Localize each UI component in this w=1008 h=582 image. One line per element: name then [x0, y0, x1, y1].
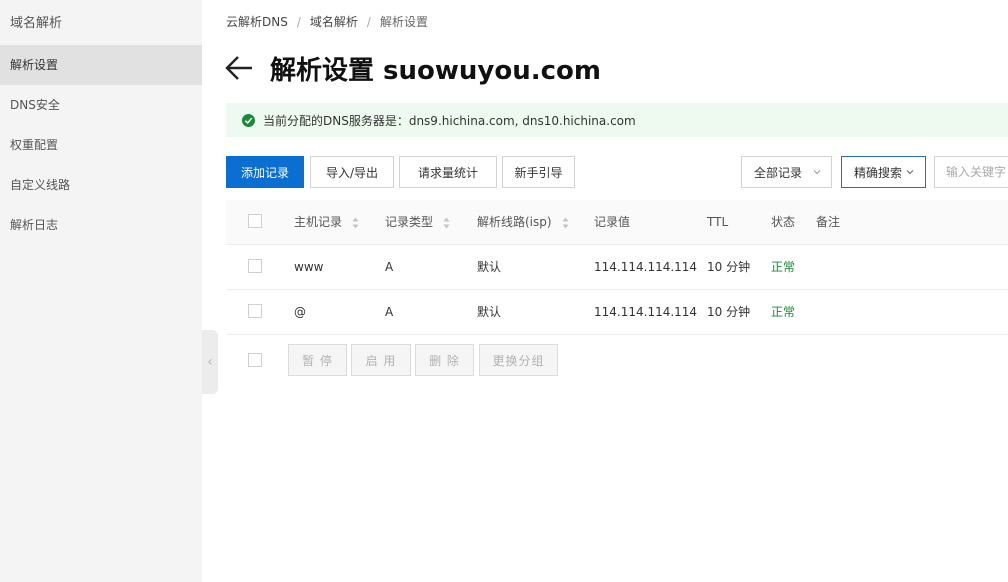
cell-line: 默认	[477, 260, 502, 274]
breadcrumb-separator: /	[366, 15, 371, 29]
cell-ttl: 10 分钟	[707, 260, 751, 274]
cell-type: A	[385, 260, 394, 274]
delete-button[interactable]: 删 除	[415, 344, 474, 376]
header-line-label: 解析线路(isp)	[477, 215, 552, 229]
sidebar-item-custom-line[interactable]: 自定义线路	[0, 165, 202, 205]
enable-button[interactable]: 启 用	[351, 344, 411, 376]
header-value: 记录值	[594, 215, 631, 229]
chevron-down-icon	[906, 170, 914, 175]
header-type[interactable]: 记录类型	[385, 200, 450, 244]
header-status: 状态	[771, 215, 796, 229]
sidebar: 域名解析 解析设置 DNS安全 权重配置 自定义线路 解析日志	[0, 0, 202, 582]
sort-icon	[443, 217, 450, 228]
sidebar-item-dns-log[interactable]: 解析日志	[0, 205, 202, 245]
header-host-label: 主机记录	[294, 215, 343, 229]
toolbar: 添加记录 导入/导出 请求量统计 新手引导 全部记录 精确搜索 输入关键字	[226, 156, 1008, 188]
add-record-button[interactable]: 添加记录	[226, 156, 304, 188]
cell-value: 114.114.114.114	[594, 305, 698, 319]
sort-icon	[352, 217, 359, 228]
row-checkbox[interactable]	[248, 304, 262, 318]
breadcrumb-item-current: 解析设置	[379, 15, 428, 29]
request-stats-button[interactable]: 请求量统计	[399, 156, 497, 188]
main-content: 云解析DNS / 域名解析 / 解析设置 解析设置 suowuyou.com 当前分配的…	[202, 0, 1008, 582]
beginner-guide-button[interactable]: 新手引导	[502, 156, 575, 188]
breadcrumb: 云解析DNS / 域名解析 / 解析设置	[226, 13, 428, 30]
keyword-search-input[interactable]: 输入关键字	[934, 156, 1008, 188]
precise-search-label: 精确搜索	[854, 165, 903, 180]
status-badge: 正常	[771, 260, 796, 274]
cell-type: A	[385, 305, 394, 319]
header-type-label: 记录类型	[385, 215, 434, 229]
table-row: @ A 默认 114.114.114.114 10 分钟 正常	[226, 290, 1008, 335]
cell-host: www	[294, 260, 324, 274]
status-badge: 正常	[771, 305, 796, 319]
notice-text: 当前分配的DNS服务器是：dns9.hichina.com, dns10.hic…	[263, 113, 636, 128]
header-remark: 备注	[816, 215, 841, 229]
page-title: 解析设置 suowuyou.com	[270, 56, 601, 86]
pause-button[interactable]: 暂 停	[288, 344, 347, 376]
precise-search-select[interactable]: 精确搜索	[841, 156, 926, 188]
cell-line: 默认	[477, 305, 502, 319]
bulk-actions: 暂 停 启 用 删 除 更换分组	[226, 335, 1008, 385]
header-line[interactable]: 解析线路(isp)	[477, 200, 569, 244]
breadcrumb-item-cloud-dns[interactable]: 云解析DNS	[226, 15, 288, 29]
sidebar-item-dns-security[interactable]: DNS安全	[0, 85, 202, 125]
chevron-down-icon	[813, 170, 821, 175]
bulk-select-checkbox[interactable]	[248, 353, 262, 367]
table-row: www A 默认 114.114.114.114 10 分钟 正常	[226, 245, 1008, 290]
select-all-checkbox[interactable]	[248, 214, 262, 228]
row-checkbox[interactable]	[248, 259, 262, 273]
cell-host: @	[294, 305, 306, 319]
records-table: 主机记录 记录类型 解析线路(isp) 记录值 TTL 状态 备注 www A …	[226, 200, 1008, 385]
arrow-left-icon[interactable]	[224, 52, 254, 84]
cell-value: 114.114.114.114	[594, 260, 698, 274]
cell-ttl: 10 分钟	[707, 305, 751, 319]
import-export-button[interactable]: 导入/导出	[310, 156, 394, 188]
table-header: 主机记录 记录类型 解析线路(isp) 记录值 TTL 状态 备注	[226, 200, 1008, 245]
sort-icon	[562, 217, 569, 228]
change-group-button[interactable]: 更换分组	[479, 344, 558, 376]
record-filter-select[interactable]: 全部记录	[741, 156, 832, 188]
breadcrumb-separator: /	[296, 15, 301, 29]
record-filter-value: 全部记录	[754, 165, 803, 180]
check-circle-icon	[242, 113, 255, 127]
header-ttl: TTL	[707, 215, 729, 229]
breadcrumb-item-domain-dns[interactable]: 域名解析	[310, 15, 358, 29]
header-host[interactable]: 主机记录	[294, 200, 359, 244]
sidebar-item-weight-config[interactable]: 权重配置	[0, 125, 202, 165]
dns-server-notice: 当前分配的DNS服务器是：dns9.hichina.com, dns10.hic…	[226, 103, 1008, 137]
sidebar-item-dns-settings[interactable]: 解析设置	[0, 45, 202, 85]
sidebar-title: 域名解析	[10, 16, 63, 31]
